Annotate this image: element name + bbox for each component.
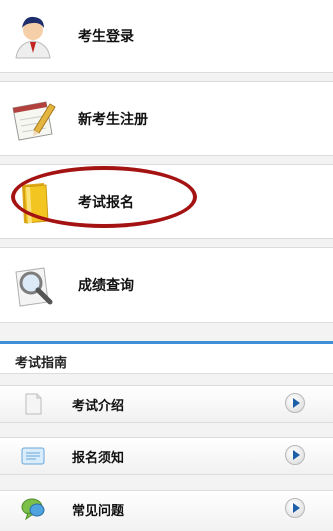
play-arrow-icon[interactable] — [285, 393, 305, 413]
menu-item-label: 新考生注册 — [78, 111, 148, 128]
folder-icon — [10, 179, 56, 225]
divider — [0, 156, 333, 164]
menu-item-score-query[interactable]: 成绩查询 — [0, 248, 333, 322]
notice-icon — [20, 444, 46, 468]
menu-item-login[interactable]: 考生登录 — [0, 0, 333, 72]
divider — [0, 323, 333, 341]
notepad-pencil-icon — [10, 96, 56, 142]
divider — [0, 423, 333, 437]
divider — [0, 475, 333, 490]
play-arrow-icon[interactable] — [285, 445, 305, 465]
section-title: 考试指南 — [15, 356, 68, 371]
menu-item-register[interactable]: 新考生注册 — [0, 82, 333, 155]
guide-section-header: 考试指南 — [0, 345, 333, 373]
guide-item-label: 常见问题 — [72, 504, 125, 519]
menu-item-label: 成绩查询 — [78, 278, 134, 294]
section-accent-line — [0, 341, 333, 344]
divider — [0, 73, 333, 81]
menu-item-label: 考试报名 — [78, 194, 134, 211]
divider — [0, 374, 333, 385]
menu-item-exam-signup[interactable]: 考试报名 — [0, 165, 333, 238]
guide-item-intro[interactable]: 考试介绍 — [0, 386, 333, 422]
guide-item-label: 考试介绍 — [72, 399, 125, 414]
document-icon — [20, 392, 46, 416]
play-arrow-icon[interactable] — [285, 498, 305, 518]
guide-item-label: 报名须知 — [72, 451, 125, 466]
user-avatar-icon — [10, 13, 56, 59]
guide-item-notice[interactable]: 报名须知 — [0, 438, 333, 474]
help-bubble-icon — [20, 497, 46, 521]
magnifier-icon — [10, 262, 56, 308]
guide-item-faq[interactable]: 常见问题 — [0, 491, 333, 531]
divider — [0, 239, 333, 247]
menu-item-label: 考生登录 — [78, 29, 134, 45]
